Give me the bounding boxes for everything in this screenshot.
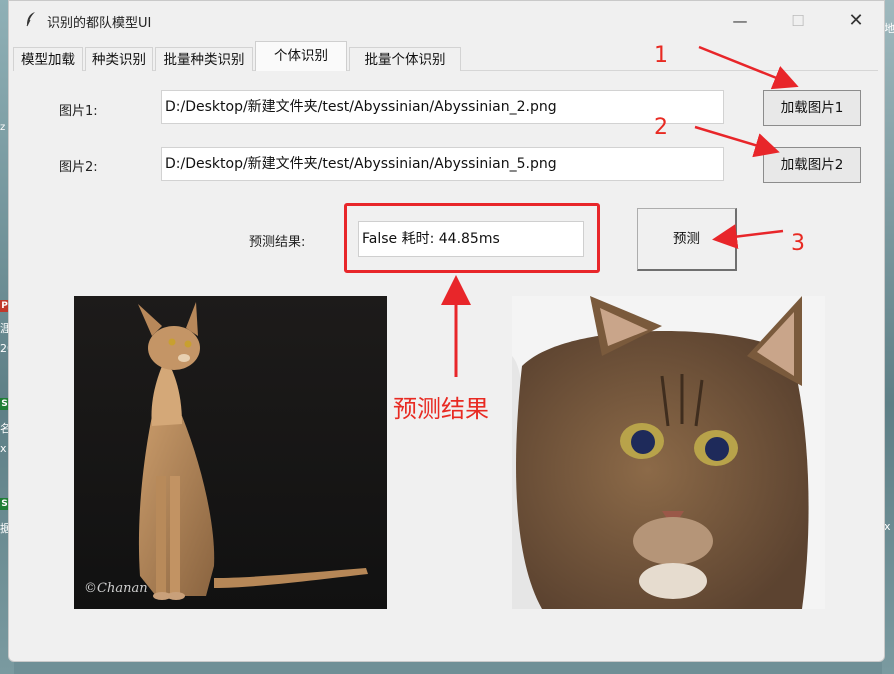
load-image1-button[interactable]: 加载图片1: [763, 90, 861, 126]
annotation-result-caption: 预测结果: [393, 395, 489, 423]
title-bar[interactable]: 识别的都队模型UI — ☐ ✕: [9, 1, 884, 39]
result-label: 预测结果:: [249, 235, 306, 250]
desktop-text: x: [0, 442, 7, 455]
cat-image-1: ©Chanan: [74, 296, 387, 609]
desktop-text: z: [0, 122, 6, 133]
maximize-button[interactable]: ☐: [775, 7, 821, 35]
feather-icon: [25, 11, 37, 31]
tab-species-recognition[interactable]: 种类识别: [85, 47, 153, 71]
image2-label: 图片2:: [59, 160, 98, 175]
image2-path-field[interactable]: D:/Desktop/新建文件夹/test/Abyssinian/Abyssin…: [161, 147, 724, 181]
load-image2-button[interactable]: 加载图片2: [763, 147, 861, 183]
minimize-button[interactable]: —: [717, 7, 763, 35]
window-title: 识别的都队模型UI: [47, 16, 152, 31]
annotation-step-2: 2: [654, 115, 668, 140]
annotation-step-3: 3: [791, 231, 805, 256]
close-button[interactable]: ✕: [833, 7, 879, 35]
annotation-step-1: 1: [654, 43, 668, 68]
image1-label: 图片1:: [59, 104, 98, 119]
cat-image-2: [512, 296, 825, 609]
tab-model-load[interactable]: 模型加载: [13, 47, 83, 71]
app-window: 识别的都队模型UI — ☐ ✕ 模型加载 种类识别 批量种类识别 个体识别 批量…: [8, 0, 885, 662]
result-highlight-frame: [344, 203, 600, 273]
tab-batch-species-recognition[interactable]: 批量种类识别: [155, 47, 253, 71]
arrow-to-load-image1: [698, 45, 799, 90]
tab-batch-individual-recognition[interactable]: 批量个体识别: [349, 47, 461, 71]
image1-path-field[interactable]: D:/Desktop/新建文件夹/test/Abyssinian/Abyssin…: [161, 90, 724, 124]
predict-button[interactable]: 预测: [637, 208, 737, 271]
desktop-text: 地: [884, 22, 894, 35]
photo-signature: ©Chanan: [84, 581, 148, 596]
tab-individual-recognition[interactable]: 个体识别: [255, 41, 347, 71]
